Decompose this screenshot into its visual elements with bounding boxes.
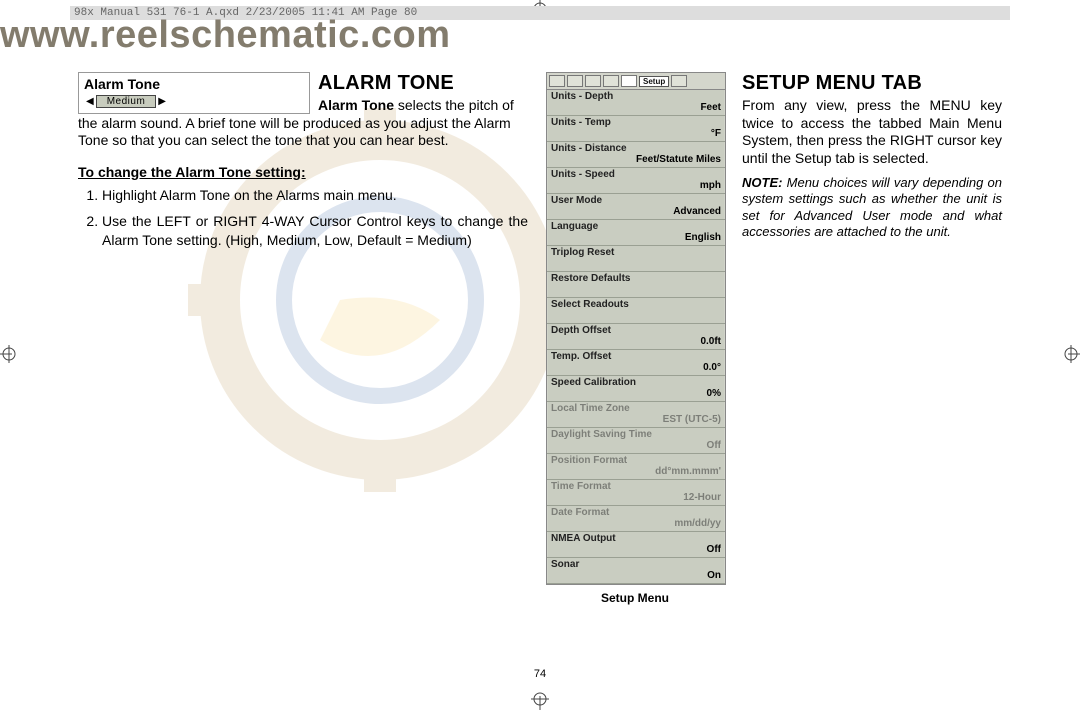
device-row: Local Time ZoneEST (UTC-5) [547, 402, 725, 428]
column-alarm-tone: Alarm Tone ◀ Medium ▶ ALARM TONE Alarm T… [78, 72, 528, 658]
device-row: Units - DepthFeet [547, 90, 725, 116]
crop-mark-bottom [525, 692, 555, 710]
watermark-url: www.reelschematic.com [0, 14, 451, 57]
step-2: Use the LEFT or RIGHT 4-WAY Cursor Contr… [102, 212, 528, 250]
device-row-value: Feet/Statute Miles [636, 154, 721, 165]
step-1: Highlight Alarm Tone on the Alarms main … [102, 186, 528, 205]
inset-title: Alarm Tone [84, 76, 304, 92]
device-row-label: Daylight Saving Time [551, 430, 721, 441]
device-row: Units - Speedmph [547, 168, 725, 194]
device-row-label: Speed Calibration [551, 378, 721, 389]
tab-icon [549, 75, 565, 87]
tab-icon [585, 75, 601, 87]
device-row-value: 12-Hour [683, 492, 721, 503]
heading-setup-menu-tab: SETUP MENU TAB [742, 72, 1002, 95]
crop-mark-right [1064, 339, 1080, 369]
device-row: Units - DistanceFeet/Statute Miles [547, 142, 725, 168]
device-row: Triplog Reset [547, 246, 725, 272]
device-row-value: mph [700, 180, 721, 191]
crop-mark-left [0, 339, 16, 369]
tab-setup-label: Setup [639, 76, 669, 87]
intro-bold: Alarm Tone [318, 97, 394, 113]
device-row-label: Temp. Offset [551, 352, 721, 363]
chevron-right-icon: ▶ [158, 96, 166, 107]
column-setup-menu-tab: SETUP MENU TAB From any view, press the … [742, 72, 1002, 658]
tab-icon [567, 75, 583, 87]
device-row-value: Off [707, 440, 721, 451]
device-row: LanguageEnglish [547, 220, 725, 246]
tab-icon [671, 75, 687, 87]
device-row-value: Advanced [673, 206, 721, 217]
device-row-label: Units - Temp [551, 118, 721, 129]
device-row: Daylight Saving TimeOff [547, 428, 725, 454]
device-row-label: Units - Speed [551, 170, 721, 181]
device-row: Temp. Offset0.0° [547, 350, 725, 376]
device-row-value: mm/dd/yy [674, 518, 721, 529]
device-row-label: Sonar [551, 560, 721, 571]
device-row: NMEA OutputOff [547, 532, 725, 558]
note-label: NOTE: [742, 175, 782, 190]
device-row-value: EST (UTC-5) [663, 414, 721, 425]
device-row-label: Restore Defaults [551, 274, 721, 285]
device-row: SonarOn [547, 558, 725, 584]
setup-body-text: From any view, press the MENU key twice … [742, 97, 1002, 167]
device-tabbar: Setup [547, 73, 725, 90]
device-screenshot: Setup Units - DepthFeetUnits - Temp°FUni… [546, 72, 726, 585]
device-row-value: °F [711, 128, 721, 139]
device-row-value: English [685, 232, 721, 243]
column-device: Setup Units - DepthFeetUnits - Temp°FUni… [546, 72, 724, 658]
device-row: Select Readouts [547, 298, 725, 324]
device-row-value: Feet [700, 102, 721, 113]
device-row-label: Select Readouts [551, 300, 721, 311]
device-row-label: Depth Offset [551, 326, 721, 337]
device-row-label: Triplog Reset [551, 248, 721, 259]
device-row-value: dd°mm.mmm' [655, 466, 721, 477]
setup-note: NOTE: Menu choices will vary depending o… [742, 175, 1002, 240]
device-row-value: 0.0° [703, 362, 721, 373]
device-row-value: Off [707, 544, 721, 555]
tab-icon [621, 75, 637, 87]
device-row-label: NMEA Output [551, 534, 721, 545]
chevron-left-icon: ◀ [86, 96, 94, 107]
alarm-tone-value: Medium [96, 95, 157, 108]
device-caption: Setup Menu [546, 591, 724, 605]
device-row: Position Formatdd°mm.mmm' [547, 454, 725, 480]
alarm-tone-inset: Alarm Tone ◀ Medium ▶ [78, 72, 310, 114]
device-row-label: Units - Depth [551, 92, 721, 103]
device-row: Restore Defaults [547, 272, 725, 298]
device-row: Units - Temp°F [547, 116, 725, 142]
steps-list: Highlight Alarm Tone on the Alarms main … [78, 186, 528, 259]
tab-icon [603, 75, 619, 87]
device-row: Speed Calibration0% [547, 376, 725, 402]
subhead-change-setting: To change the Alarm Tone setting: [78, 164, 528, 180]
alarm-tone-selector: ◀ Medium ▶ [84, 95, 168, 108]
device-row-value: 0.0ft [700, 336, 721, 347]
device-row-value: On [707, 570, 721, 581]
device-row-value: 0% [707, 388, 721, 399]
page-number: 74 [534, 668, 546, 680]
device-row: Time Format12-Hour [547, 480, 725, 506]
device-row: User ModeAdvanced [547, 194, 725, 220]
device-row: Date Formatmm/dd/yy [547, 506, 725, 532]
device-row: Depth Offset0.0ft [547, 324, 725, 350]
